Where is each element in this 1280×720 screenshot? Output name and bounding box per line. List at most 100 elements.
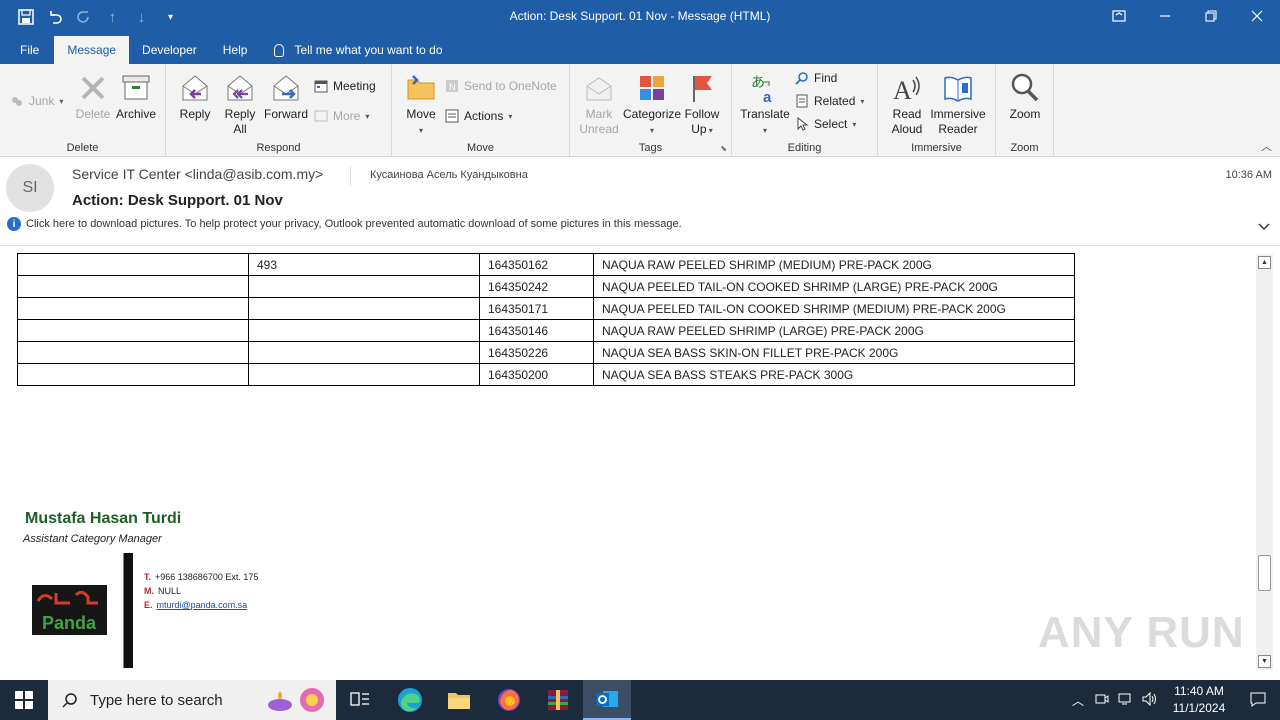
immersive-reader-icon (942, 72, 974, 104)
editing-group-label: Editing (787, 142, 822, 154)
find-label: Find (814, 71, 838, 85)
notifications-icon[interactable] (1236, 691, 1280, 710)
subject: Action: Desk Support. 01 Nov (72, 192, 283, 209)
taskbar-clock[interactable]: 11:40 AM 11/1/2024 (1162, 683, 1236, 717)
clock-time: 11:40 AM (1174, 684, 1224, 698)
svg-text:a: a (763, 89, 772, 104)
lightbulb-icon (274, 43, 285, 57)
immersive-reader-button[interactable]: Immersive Reader (928, 72, 988, 137)
tags-dialog-launcher-icon[interactable]: ⬊ (720, 144, 727, 153)
immersive-group-label: Immersive (911, 142, 962, 154)
reply-all-button[interactable]: Reply All (219, 72, 261, 137)
mark-unread-icon (583, 72, 615, 104)
select-cursor-icon (797, 117, 809, 131)
restore-icon[interactable] (1188, 0, 1234, 32)
archive-label: Archive (115, 107, 156, 121)
categorize-icon (636, 72, 668, 104)
scroll-down-icon[interactable]: ▼ (1258, 655, 1271, 668)
phone-label: T. (144, 572, 152, 582)
table-cell-c3: 164350200 (479, 363, 594, 386)
tab-message[interactable]: Message (54, 36, 130, 64)
move-button[interactable]: Move ▾ (400, 72, 442, 138)
logo-text: Panda (42, 613, 97, 633)
read-aloud-button[interactable]: A Read Aloud (886, 72, 928, 137)
move-label: Move (406, 107, 436, 121)
table-cell-c2 (248, 363, 480, 386)
find-button[interactable]: Find (795, 71, 837, 85)
download-pictures-bar[interactable]: i Click here to download pictures. To he… (7, 217, 682, 231)
sender[interactable]: Service IT Center <linda@asib.com.my> (72, 166, 323, 182)
outlook-icon[interactable] (583, 680, 631, 720)
chevron-down-icon[interactable] (1258, 220, 1270, 234)
scroll-thumb[interactable] (1258, 555, 1271, 591)
zoom-label: Zoom (1009, 107, 1041, 121)
signature-phone: T. +966 138686700 Ext. 175 (144, 572, 258, 582)
collapse-ribbon-icon[interactable]: ︿ (1261, 138, 1272, 154)
network-icon[interactable] (1114, 692, 1138, 709)
send-to-onenote-button[interactable]: N Send to OneNote (445, 79, 557, 93)
taskbar-search-box[interactable]: Type here to search (48, 680, 336, 720)
task-view-icon[interactable] (336, 680, 384, 720)
tell-me-box[interactable]: Tell me what you want to do (260, 36, 443, 64)
minimize-icon[interactable] (1142, 0, 1188, 32)
volume-icon[interactable] (1138, 691, 1162, 709)
windows-start-icon[interactable] (0, 680, 48, 720)
editing-group: あa Translate ▾ Find Related ▾ Select ▾ Edit… (732, 64, 878, 157)
translate-button[interactable]: あa Translate ▾ (738, 72, 792, 138)
ribbon-display-options-icon[interactable] (1096, 0, 1142, 32)
scroll-up-icon[interactable]: ▲ (1258, 256, 1271, 269)
delete-button[interactable]: Delete (74, 72, 112, 122)
close-icon[interactable] (1234, 0, 1280, 32)
meeting-label: Meeting (333, 79, 376, 93)
reply-all-icon (224, 72, 256, 104)
table-cell-c4: NAQUA PEELED TAIL-ON COOKED SHRIMP (MEDI… (593, 297, 1075, 320)
reply-icon (179, 72, 211, 104)
product-table: 493 164350162 NAQUA RAW PEELED SHRIMP (MED… (17, 253, 1075, 386)
tab-developer[interactable]: Developer (129, 36, 210, 64)
categorize-button[interactable]: Categorize ▾ (623, 72, 681, 138)
table-row: 164350171 NAQUA PEELED TAIL-ON COOKED SHR… (17, 297, 1075, 320)
tab-file[interactable]: File (0, 36, 52, 64)
mark-unread-label-2: Unread (579, 122, 619, 136)
edge-icon[interactable] (386, 680, 434, 720)
vertical-scrollbar[interactable]: ▲ ▼ (1256, 254, 1273, 670)
find-icon (795, 72, 808, 85)
table-cell-c1 (17, 363, 249, 386)
magnifier-icon (1009, 72, 1041, 104)
junk-button[interactable]: Junk ▾ (10, 94, 63, 108)
read-aloud-label-1: Read (892, 107, 922, 121)
folder-move-icon (405, 72, 437, 104)
table-cell-c1 (17, 319, 249, 342)
mobile-label: M. (144, 586, 154, 596)
read-aloud-icon: A (891, 72, 923, 105)
related-icon (796, 94, 808, 108)
actions-button[interactable]: Actions ▾ (445, 109, 512, 123)
related-button[interactable]: Related ▾ (795, 94, 864, 108)
file-explorer-icon[interactable] (435, 680, 483, 720)
more-respond-icon (314, 110, 328, 122)
tab-help[interactable]: Help (210, 36, 261, 64)
reply-button[interactable]: Reply (174, 72, 216, 122)
mark-unread-button[interactable]: Mark Unread (576, 72, 622, 137)
forward-label: Forward (263, 107, 308, 121)
meet-now-icon[interactable] (1090, 692, 1114, 709)
delete-group: Junk ▾ Delete Archive Delete (0, 64, 166, 157)
phone-value: +966 138686700 Ext. 175 (155, 572, 259, 582)
download-pictures-text: Click here to download pictures. To help… (26, 218, 682, 230)
select-button[interactable]: Select ▾ (795, 117, 856, 131)
winrar-icon[interactable] (534, 680, 582, 720)
forward-button[interactable]: Forward (263, 72, 309, 122)
firefox-icon[interactable] (485, 680, 533, 720)
actions-label: Actions (464, 109, 504, 123)
chevron-up-icon[interactable]: ︿ (1066, 692, 1090, 709)
follow-up-button[interactable]: Follow Up ▾ (682, 72, 722, 138)
panda-logo: Panda (32, 585, 107, 635)
send-to-onenote-label: Send to OneNote (464, 79, 557, 93)
title-bar: ↑ ↓ ▾ Action: Desk Support. 01 Nov - Mes… (0, 0, 1280, 34)
email-link[interactable]: mturdi@panda.com.sa (157, 600, 248, 610)
zoom-button[interactable]: Zoom (1004, 72, 1046, 122)
recipient[interactable]: Кусаинова Асель Куандыковна (370, 169, 528, 181)
meeting-button[interactable]: Meeting (314, 79, 376, 93)
more-respond-button[interactable]: More ▾ (314, 109, 369, 123)
archive-button[interactable]: Archive (114, 72, 158, 122)
